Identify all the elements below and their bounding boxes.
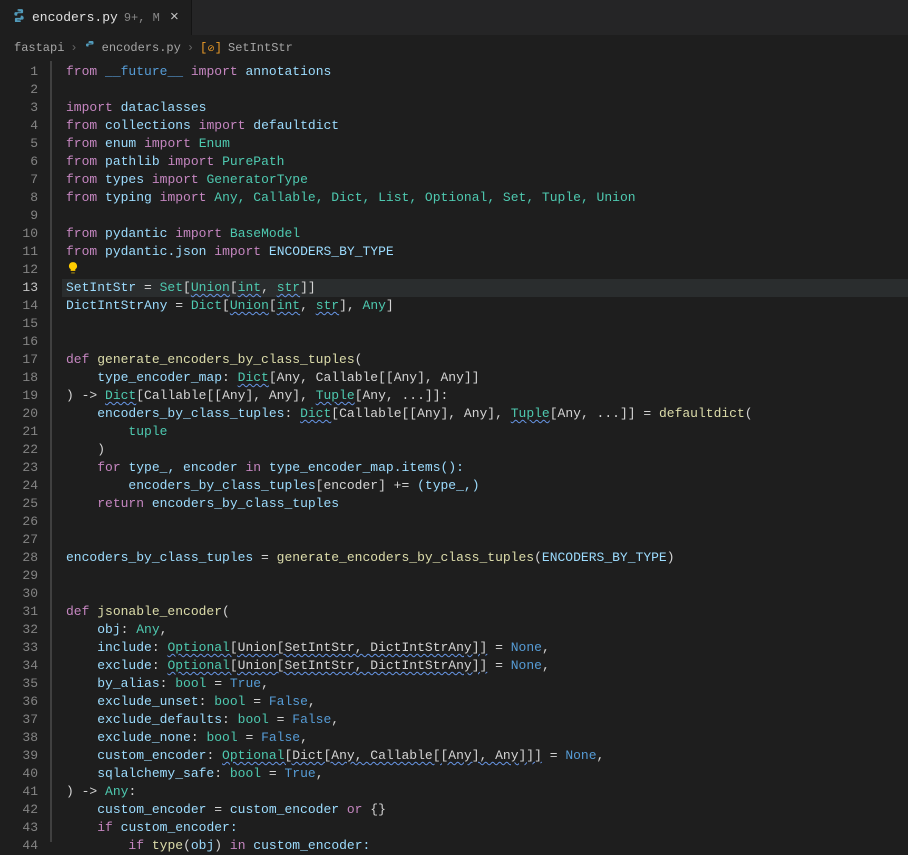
line-number: 2: [0, 81, 38, 99]
close-icon[interactable]: ×: [170, 9, 179, 26]
line-number: 38: [0, 729, 38, 747]
line-number: 17: [0, 351, 38, 369]
line-number: 33: [0, 639, 38, 657]
breadcrumb-item[interactable]: fastapi: [14, 41, 64, 55]
symbol-variable-icon: [⊘]: [200, 41, 222, 55]
python-file-icon: [12, 8, 26, 27]
line-number: 27: [0, 531, 38, 549]
line-number: 11: [0, 243, 38, 261]
line-number: 25: [0, 495, 38, 513]
line-number: 29: [0, 567, 38, 585]
gutter: 1234567891011121314151617181920212223242…: [0, 61, 48, 842]
line-number: 39: [0, 747, 38, 765]
line-number: 13: [0, 279, 38, 297]
lightbulb-icon[interactable]: [66, 261, 80, 275]
line-number: 8: [0, 189, 38, 207]
line-number: 16: [0, 333, 38, 351]
line-number: 22: [0, 441, 38, 459]
line-number: 36: [0, 693, 38, 711]
line-number: 4: [0, 117, 38, 135]
line-number: 21: [0, 423, 38, 441]
breadcrumb-item[interactable]: SetIntStr: [228, 41, 293, 55]
tab-label: encoders.py: [32, 10, 118, 25]
line-number: 35: [0, 675, 38, 693]
line-number: 37: [0, 711, 38, 729]
line-number: 19: [0, 387, 38, 405]
breadcrumb-item[interactable]: encoders.py: [102, 41, 181, 55]
chevron-right-icon: ›: [70, 41, 77, 55]
python-file-icon: [84, 40, 96, 56]
code-editor[interactable]: 1234567891011121314151617181920212223242…: [0, 61, 908, 842]
line-number: 23: [0, 459, 38, 477]
line-number: 18: [0, 369, 38, 387]
line-number: 1: [0, 63, 38, 81]
line-number: 12: [0, 261, 38, 279]
line-number: 26: [0, 513, 38, 531]
line-number: 5: [0, 135, 38, 153]
active-tab[interactable]: encoders.py 9+, M ×: [0, 0, 192, 35]
line-number: 3: [0, 99, 38, 117]
line-number: 20: [0, 405, 38, 423]
line-number: 42: [0, 801, 38, 819]
line-number: 40: [0, 765, 38, 783]
code-area[interactable]: from __future__ import annotations impor…: [62, 61, 908, 842]
line-number: 30: [0, 585, 38, 603]
line-number: 31: [0, 603, 38, 621]
line-number: 44: [0, 837, 38, 855]
breadcrumb[interactable]: fastapi › encoders.py › [⊘] SetIntStr: [0, 35, 908, 61]
chevron-right-icon: ›: [187, 41, 194, 55]
line-number: 24: [0, 477, 38, 495]
line-number: 43: [0, 819, 38, 837]
line-number: 32: [0, 621, 38, 639]
tab-bar: encoders.py 9+, M ×: [0, 0, 908, 35]
fold-bar[interactable]: [48, 61, 62, 842]
line-number: 9: [0, 207, 38, 225]
line-number: 6: [0, 153, 38, 171]
line-number: 34: [0, 657, 38, 675]
line-number: 28: [0, 549, 38, 567]
tab-git-status: 9+, M: [124, 11, 160, 25]
line-number: 10: [0, 225, 38, 243]
line-number: 14: [0, 297, 38, 315]
line-number: 7: [0, 171, 38, 189]
line-number: 15: [0, 315, 38, 333]
line-number: 41: [0, 783, 38, 801]
